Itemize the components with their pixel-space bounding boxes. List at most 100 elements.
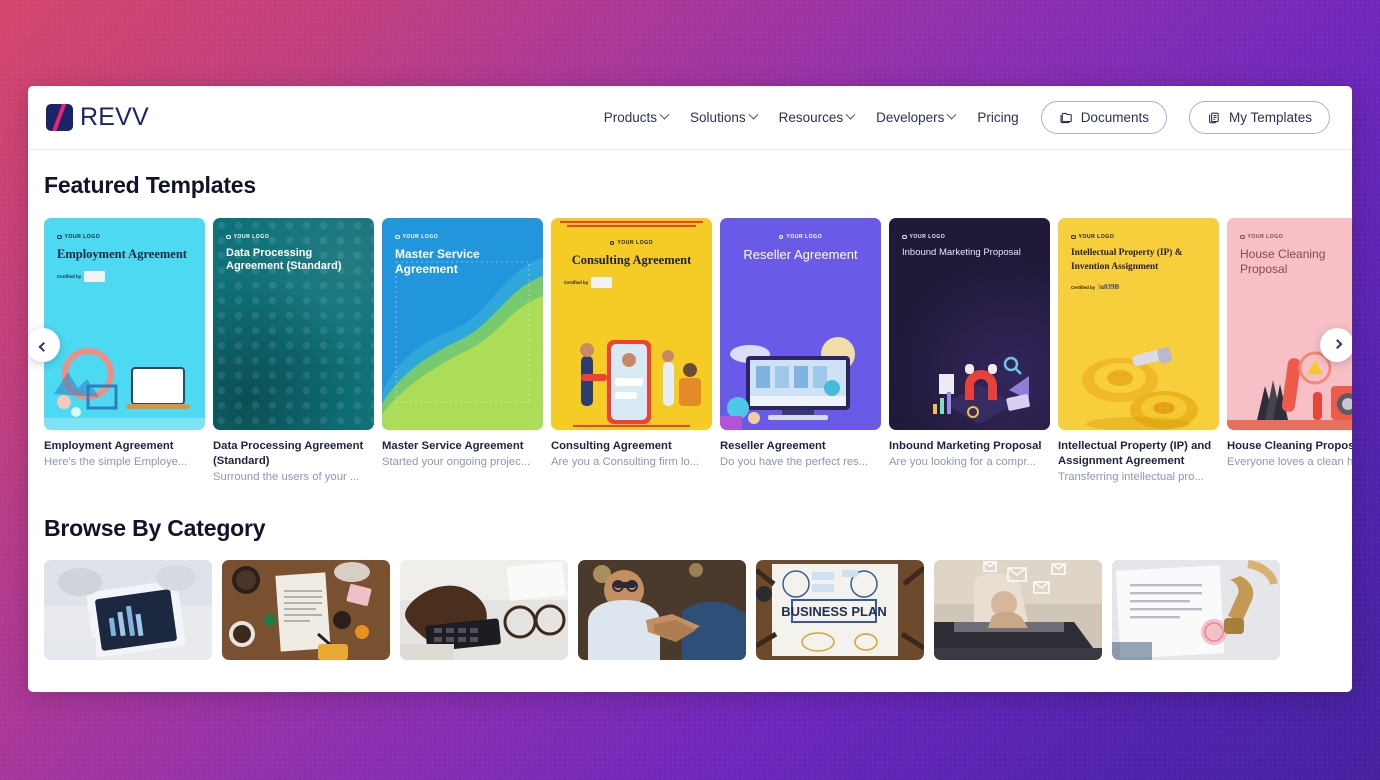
nav-label: Developers (876, 110, 945, 125)
featured-templates-heading: Featured Templates (44, 172, 256, 198)
nav-label: Products (603, 110, 658, 125)
main-navigation: Products Solutions Resources Developers … (604, 101, 1330, 134)
my-templates-button[interactable]: My Templates (1188, 101, 1330, 134)
chevron-right-icon (1332, 338, 1342, 349)
category-card[interactable] (222, 560, 390, 661)
chevron-down-icon (659, 109, 670, 120)
template-description: Here's the simple Employe... (44, 456, 188, 469)
template-description: Everyone loves a clean hou... (1227, 456, 1352, 469)
logo-circle-icon (778, 234, 784, 240)
revv-logo-text: REVV (80, 103, 149, 131)
template-card[interactable]: YOUR LOGO Inbound Marketing Proposal Inb… (889, 218, 1050, 485)
template-title: Inbound Marketing Proposal (889, 440, 1042, 452)
template-card[interactable]: YOUR LOGO Employment Agreement Certified… (44, 218, 205, 485)
template-card[interactable]: YOUR LOGO Reseller Agreement Reseller Ag… (720, 218, 881, 485)
featured-templates-carousel: YOUR LOGO Employment Agreement Certified… (28, 218, 1352, 485)
logo-circle-icon (1071, 234, 1076, 240)
cover-title: Inbound Marketing Proposal (902, 247, 1021, 258)
cover-title: Reseller Agreement (743, 247, 858, 262)
template-card[interactable]: YOUR LOGO Data Processing Agreement (Sta… (213, 218, 374, 485)
your-logo-placeholder: YOUR LOGO (395, 234, 530, 240)
cover-title: Consulting Agreement (571, 253, 692, 267)
your-logo-placeholder: YOUR LOGO (57, 234, 192, 240)
nav-item-products[interactable]: Products (603, 109, 670, 125)
your-logo-placeholder: YOUR LOGO (1071, 234, 1206, 240)
tablet-business-report-photo (44, 560, 212, 661)
nav-label: Solutions (690, 110, 746, 125)
template-cover: YOUR LOGO Intellectual Property (IP) & I… (1058, 218, 1219, 430)
nav-label: Resources (778, 110, 844, 125)
template-cover: YOUR LOGO Data Processing Agreement (Sta… (213, 218, 374, 430)
business-handshake-photo (578, 560, 746, 661)
chevron-down-icon (748, 109, 759, 120)
category-card[interactable] (400, 560, 568, 661)
template-description: Surround the users of your ... (213, 471, 360, 484)
logo-circle-icon (609, 240, 615, 246)
template-title: House Cleaning Proposal (1227, 440, 1352, 452)
nav-item-pricing[interactable]: Pricing (977, 110, 1018, 125)
cover-title: Intellectual Property (IP) & Invention A… (1071, 248, 1183, 272)
my-templates-button-label: My Templates (1228, 110, 1312, 125)
chevron-left-icon (38, 341, 48, 352)
site-header: REVV Products Solutions Resources Develo… (28, 86, 1352, 150)
cover-title: Master Service Agreement (395, 247, 480, 276)
template-cover: YOUR LOGO Inbound Marketing Proposal (889, 218, 1050, 430)
template-card[interactable]: YOUR LOGO Master Service Agreement Maste… (382, 218, 543, 485)
template-card[interactable]: YOUR LOGO Consulting Agreement Certified… (551, 218, 712, 485)
certified-badge-icon (591, 277, 613, 289)
documents-button[interactable]: Documents (1040, 101, 1167, 134)
app-window: REVV Products Solutions Resources Develo… (28, 86, 1352, 692)
business-plan-whiteboard-photo: BUSINESS PLAN (756, 560, 924, 661)
cover-illustration (580, 340, 701, 424)
category-row: BUSINESS PLAN (44, 560, 1336, 661)
laptop-typing-email-photo (934, 560, 1102, 661)
logo-circle-icon (1240, 234, 1245, 240)
nav-item-developers[interactable]: Developers (876, 109, 957, 125)
folder-copy-icon (1059, 111, 1074, 125)
revv-logo-mark-icon (46, 104, 73, 131)
template-cover: YOUR LOGO Employment Agreement Certified… (44, 218, 205, 430)
certified-stamp: Certified by (564, 277, 699, 289)
your-logo-placeholder: YOUR LOGO (564, 240, 699, 246)
carousel-next-button[interactable] (1320, 328, 1352, 362)
nav-item-solutions[interactable]: Solutions (690, 109, 759, 125)
template-title: Intellectual Property (IP) and Assignmen… (1058, 440, 1212, 468)
nav-item-resources[interactable]: Resources (778, 109, 856, 125)
logo-circle-icon (226, 234, 231, 240)
cover-title: Data Processing Agreement (Standard) (226, 247, 342, 273)
cover-illustration (933, 356, 1030, 424)
certified-stamp: Certified by (57, 271, 192, 283)
chevron-down-icon (946, 109, 957, 120)
chevron-down-icon (845, 109, 856, 120)
template-description: Started your ongoing projec... (382, 456, 531, 469)
category-card[interactable]: BUSINESS PLAN (756, 560, 924, 661)
page-content: Featured Templates YOUR LOGO Employment … (28, 150, 1352, 661)
your-logo-placeholder: YOUR LOGO (226, 234, 361, 240)
template-cover: YOUR LOGO Reseller Agreement (720, 218, 881, 430)
logo-circle-icon (57, 234, 62, 240)
logo-circle-icon (395, 234, 400, 240)
category-card[interactable] (578, 560, 746, 661)
category-card[interactable] (1112, 560, 1280, 661)
certified-badge-icon (84, 271, 106, 283)
template-cover: YOUR LOGO Master Service Agreement (382, 218, 543, 430)
browse-by-category-heading: Browse By Category (44, 515, 266, 542)
template-title: Data Processing Agreement (Standard) (213, 440, 364, 468)
template-card-row: YOUR LOGO Employment Agreement Certified… (44, 218, 1352, 485)
template-description: Are you looking for a compr... (889, 456, 1036, 469)
template-title: Master Service Agreement (382, 440, 524, 452)
template-description: Transferring intellectual pro... (1058, 471, 1204, 484)
category-card[interactable] (934, 560, 1102, 661)
revv-logo[interactable]: REVV (46, 104, 149, 131)
template-title: Consulting Agreement (551, 440, 672, 452)
cover-title: Employment Agreement (57, 247, 187, 261)
template-title: Employment Agreement (44, 440, 174, 452)
document-copy-icon (1207, 111, 1222, 125)
category-card[interactable] (44, 560, 212, 661)
top-rule-lines (551, 218, 712, 232)
svg-text:BUSINESS PLAN: BUSINESS PLAN (781, 604, 886, 619)
cover-illustration (720, 337, 855, 430)
calculator-glasses-desk-photo (400, 560, 568, 661)
template-card[interactable]: YOUR LOGO Intellectual Property (IP) & I… (1058, 218, 1219, 485)
logo-circle-icon (902, 234, 907, 240)
